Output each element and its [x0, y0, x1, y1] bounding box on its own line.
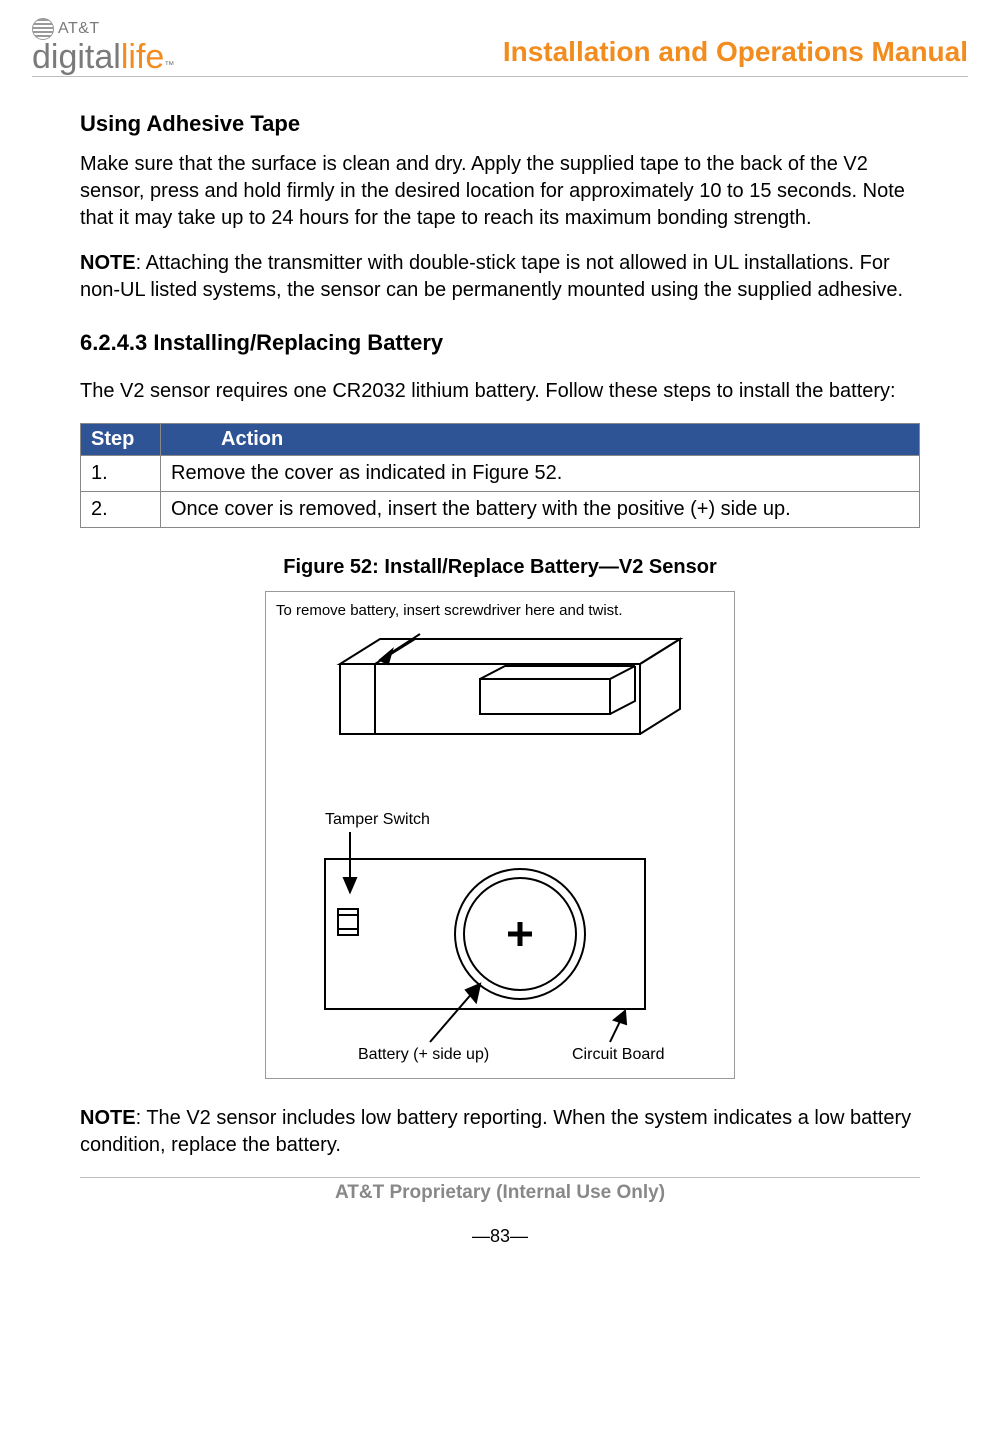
figure-caption: Figure 52: Install/Replace Battery—V2 Se…	[80, 556, 920, 579]
section-heading-battery: 6.2.4.3 Installing/Replacing Battery	[80, 330, 920, 356]
battery-intro: The V2 sensor requires one CR2032 lithiu…	[80, 378, 920, 405]
cell-action: Once cover is removed, insert the batter…	[161, 492, 920, 528]
steps-table: Step Action 1. Remove the cover as indic…	[80, 423, 920, 528]
document-title: Installation and Operations Manual	[503, 36, 968, 74]
note-label-2: NOTE	[80, 1107, 136, 1129]
note-text: : Attaching the transmitter with double-…	[80, 252, 903, 301]
cell-step: 1.	[81, 456, 161, 492]
section-heading-adhesive: Using Adhesive Tape	[80, 111, 920, 137]
globe-icon	[32, 18, 54, 40]
brand-logo: AT&T digitallife™	[32, 18, 174, 74]
page-content: Using Adhesive Tape Make sure that the s…	[32, 83, 968, 1159]
figure-top-instruction: To remove battery, insert screwdriver he…	[276, 602, 724, 620]
cell-action: Remove the cover as indicated in Figure …	[161, 456, 920, 492]
label-battery: Battery (+ side up)	[358, 1046, 489, 1063]
note-text-2: : The V2 sensor includes low battery rep…	[80, 1107, 911, 1156]
brand-digital: digital	[32, 40, 121, 74]
table-row: 1. Remove the cover as indicated in Figu…	[81, 456, 920, 492]
table-row: 2. Once cover is removed, insert the bat…	[81, 492, 920, 528]
brand-top-row: AT&T	[32, 18, 174, 40]
footer-proprietary: AT&T Proprietary (Internal Use Only)	[32, 1182, 968, 1204]
note-label: NOTE	[80, 252, 136, 274]
footer-divider	[80, 1177, 920, 1178]
figure-52: To remove battery, insert screwdriver he…	[265, 591, 735, 1079]
cell-step: 2.	[81, 492, 161, 528]
adhesive-note: NOTE: Attaching the transmitter with dou…	[80, 250, 920, 304]
brand-main-row: digitallife™	[32, 40, 174, 74]
label-circuit-board: Circuit Board	[572, 1046, 664, 1063]
adhesive-paragraph: Make sure that the surface is clean and …	[80, 151, 920, 232]
page-number: —83—	[32, 1226, 968, 1247]
battery-note: NOTE: The V2 sensor includes low battery…	[80, 1105, 920, 1159]
battery-diagram-icon: Tamper Switch	[280, 624, 720, 1064]
trademark-symbol: ™	[164, 61, 174, 71]
th-action: Action	[161, 424, 920, 456]
page-header: AT&T digitallife™ Installation and Opera…	[32, 18, 968, 77]
th-step: Step	[81, 424, 161, 456]
label-tamper: Tamper Switch	[325, 811, 430, 828]
brand-att-text: AT&T	[58, 21, 100, 37]
brand-life: life	[121, 40, 164, 74]
